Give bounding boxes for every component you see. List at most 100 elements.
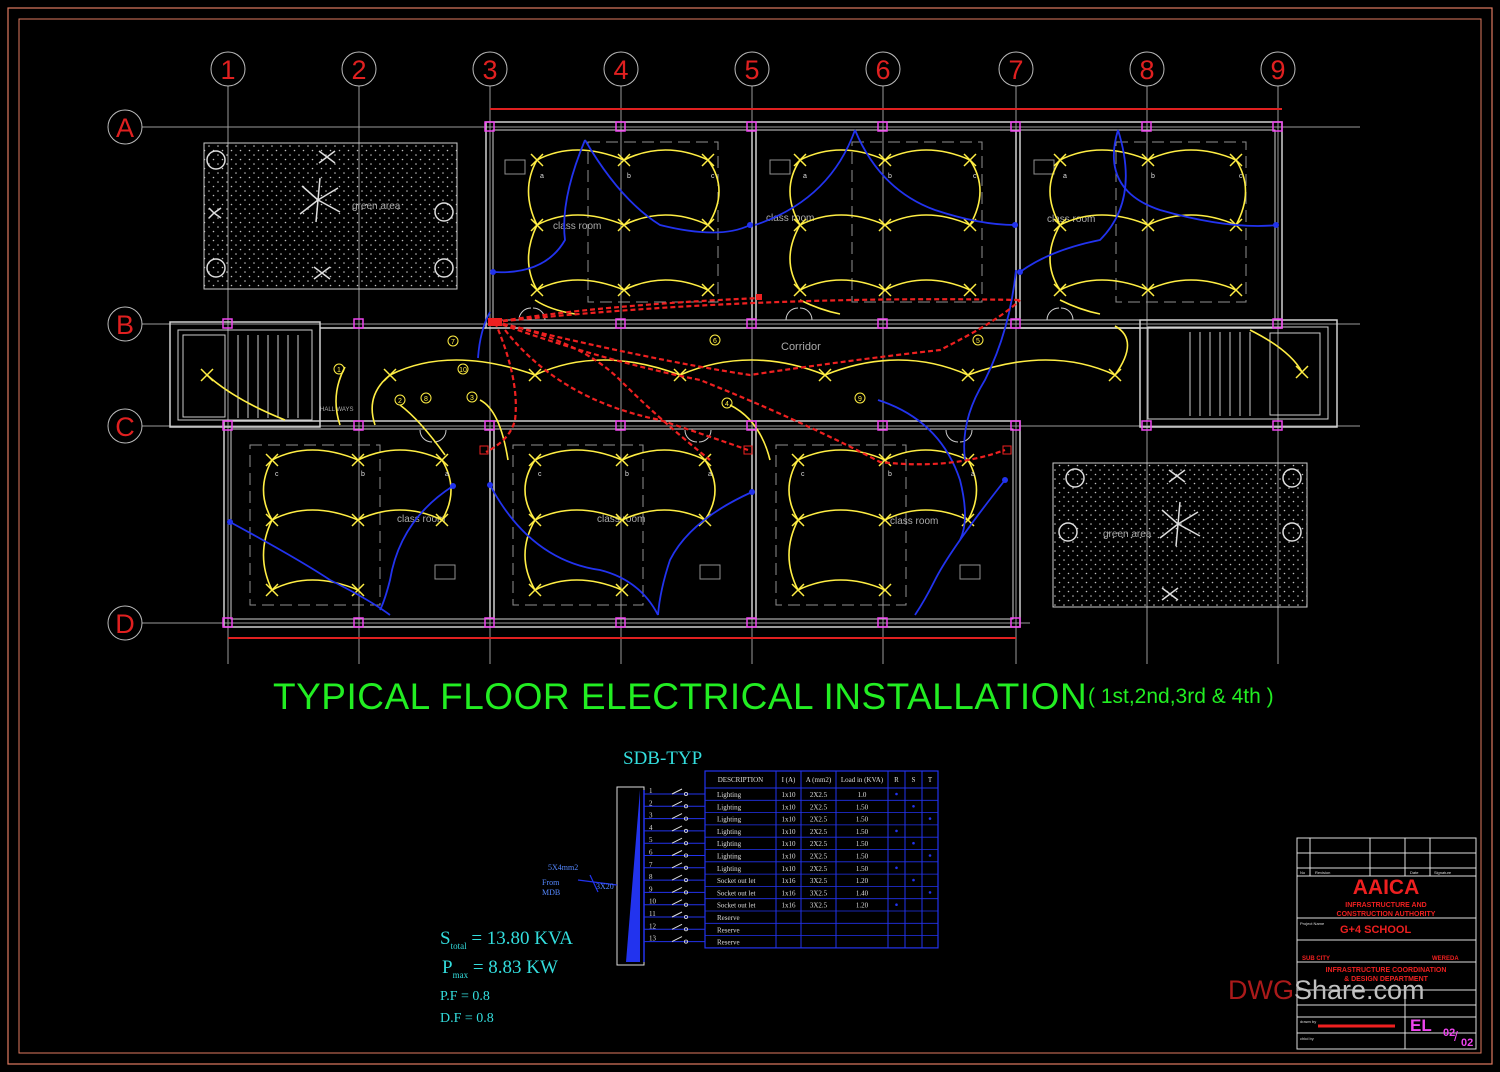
sdb-circuit-number: 10 (649, 898, 657, 906)
grid-bubble-col-8: 8 (1129, 51, 1165, 87)
svg-text:a: a (803, 173, 807, 180)
svg-text:green area: green area (352, 201, 401, 212)
svg-text:Revision: Revision (1315, 870, 1330, 875)
title-block-text: No Revision Date Signature AAICA INFRAST… (1300, 870, 1473, 1049)
distribution-board (479, 294, 1012, 455)
sdb-circuit-number: 8 (649, 873, 653, 881)
sdb-table-cell: Lighting (717, 853, 742, 861)
svg-text:WEREDA: WEREDA (1432, 956, 1459, 962)
svg-text:b: b (888, 173, 892, 180)
sdb-table-cell: 1x10 (782, 791, 797, 799)
svg-text:9: 9 (1270, 55, 1285, 85)
svg-text:c: c (711, 173, 715, 180)
sdb-table-cell: 1.50 (856, 865, 869, 873)
svg-text:INFRASTRUCTURE COORDINATION: INFRASTRUCTURE COORDINATION (1326, 967, 1447, 974)
sdb-table-cell: 1.50 (856, 816, 869, 824)
sdb-branches: 12345678910111213 (644, 787, 705, 944)
sdb-feeder-labels: 5X4mm2 From MDB 3X20 (542, 863, 614, 897)
sdb-phase-mark (912, 878, 915, 882)
grid-bubble-col-9: 9 (1260, 51, 1296, 87)
sdb-circuit-number: 6 (649, 849, 653, 857)
sdb-table-cell: Lighting (717, 791, 742, 799)
watermark-part-2: Share.com (1293, 975, 1425, 1005)
sdb-table-cell: 3X2.5 (810, 902, 828, 910)
demand-factor: D.F = 0.8 (440, 1011, 494, 1026)
sdb-table-cell: 2X2.5 (810, 840, 828, 848)
grid-bubble-col-6: 6 (865, 51, 901, 87)
sdb-table-header-cell: I (A) (782, 776, 796, 784)
sdb-table-cell: 1x10 (782, 840, 797, 848)
sdb-phase-mark (895, 792, 898, 796)
sdb-breaker-symbol (671, 850, 683, 856)
sdb-breaker-symbol (671, 936, 683, 943)
svg-text:c: c (801, 471, 805, 478)
sdb-breaker-symbol (671, 874, 683, 881)
sdb-title: SDB-TYP (623, 748, 703, 769)
drawing-floors-note: ( 1st,2nd,3rd & 4th ) (1088, 685, 1274, 708)
s-symbol: S (440, 928, 451, 949)
grid-bubble-row-a: A (107, 109, 143, 145)
svg-text:a: a (1063, 173, 1067, 180)
sdb-breaker-symbol (671, 886, 683, 893)
sdb-busbar (616, 786, 645, 966)
svg-text:Corridor: Corridor (781, 341, 821, 353)
svg-text:a: a (708, 471, 712, 478)
sdb-table-cell: Socket out let (717, 902, 756, 910)
svg-text:5: 5 (976, 338, 980, 345)
svg-text:b: b (627, 173, 631, 180)
svg-text:1: 1 (337, 367, 341, 374)
svg-text:3X20: 3X20 (596, 882, 614, 891)
sdb-breaker-symbol (671, 813, 683, 820)
sdb-table-cell: 1.20 (856, 877, 869, 885)
grid-bubble-col-2: 2 (341, 51, 377, 87)
svg-text:b: b (1151, 173, 1155, 180)
svg-text:Date: Date (1410, 870, 1419, 875)
svg-text:SUB CITY: SUB CITY (1302, 956, 1330, 962)
sdb-phase-mark (928, 817, 932, 820)
sdb-table-header-cell: Load in (KVA) (841, 776, 884, 784)
sdb-table-header-cell: S (912, 776, 916, 784)
svg-text:8: 8 (424, 396, 428, 403)
sdb-table-cell: 1.50 (856, 853, 869, 861)
svg-text:3: 3 (470, 395, 474, 402)
sdb-table-cell: 1x10 (782, 853, 797, 861)
p-subscript: max (452, 969, 469, 980)
sdb-table-cell: 1x16 (782, 902, 797, 910)
svg-text:chkd by: chkd by (1300, 1036, 1314, 1041)
sdb-phase-mark (928, 891, 932, 894)
sdb-phase-mark (912, 805, 915, 808)
sdb-phase-mark (895, 829, 898, 833)
watermark-part-1: DWG (1228, 975, 1294, 1005)
sdb-table-cell: 2X2.5 (810, 803, 828, 811)
svg-text:3: 3 (482, 55, 497, 85)
svg-text:5: 5 (744, 55, 759, 85)
svg-text:8: 8 (1139, 55, 1154, 85)
svg-text:D: D (115, 609, 135, 639)
sdb-table-cell: 1x16 (782, 877, 797, 885)
sdb-breaker-symbol (671, 923, 683, 930)
svg-text:5X4mm2: 5X4mm2 (548, 863, 578, 872)
grid-bubble-row-b: B (107, 306, 143, 342)
drawing-title: TYPICAL FLOOR ELECTRICAL INSTALLATION (273, 676, 1088, 717)
grid-bubble-row-c: C (107, 408, 143, 444)
max-power: Pmax = 8.83 KW (442, 957, 558, 980)
svg-text:Signature: Signature (1434, 870, 1452, 875)
svg-text:From: From (542, 878, 560, 887)
svg-text:4: 4 (613, 55, 628, 85)
svg-text:CONSTRUCTION AUTHORITY: CONSTRUCTION AUTHORITY (1337, 911, 1436, 918)
sdb-table-cell: 1.50 (856, 803, 869, 811)
sdb-table-header-cell: T (928, 776, 933, 784)
sdb-breaker-symbol (671, 911, 683, 918)
svg-text:9: 9 (858, 396, 862, 403)
sdb-circuit-number: 3 (649, 812, 653, 820)
sdb-table-cell: 1x10 (782, 865, 797, 873)
sdb-table-cell: 1x16 (782, 889, 797, 897)
svg-text:B: B (116, 310, 134, 340)
sdb-table-cell: 2X2.5 (810, 865, 828, 873)
sdb-table-cell: 1x10 (782, 828, 797, 836)
svg-text:A: A (116, 113, 134, 143)
grid-bubble-col-3: 3 (472, 51, 508, 87)
sdb-table-cell: Socket out let (717, 889, 756, 897)
sdb-table-cell: Lighting (717, 803, 742, 811)
svg-text:b: b (888, 471, 892, 478)
